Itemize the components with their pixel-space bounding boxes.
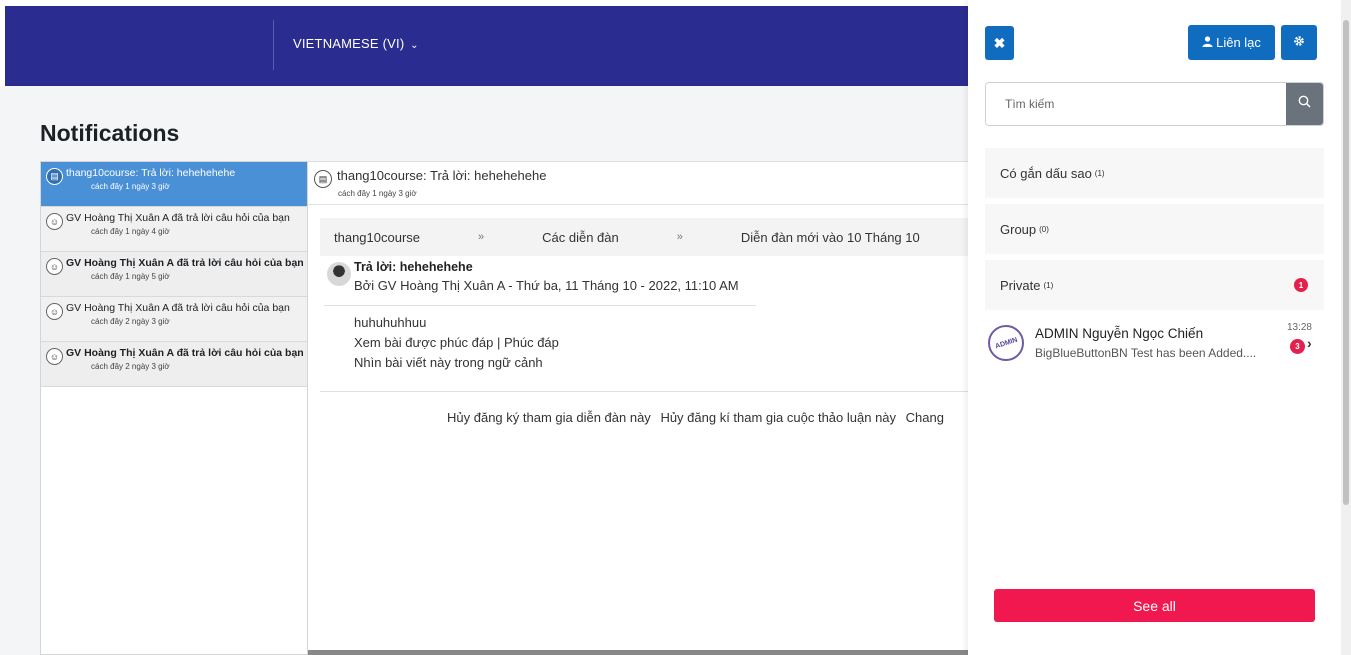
post-author: Bởi GV Hoàng Thị Xuân A - Thứ ba, 11 Thá… [354, 278, 739, 293]
close-button[interactable]: ✖ [985, 26, 1014, 60]
see-all-button[interactable]: See all [994, 589, 1315, 622]
avatar-text: ADMIN [993, 336, 1018, 350]
contacts-button[interactable]: Liên lạc [1188, 25, 1275, 60]
reply-links[interactable]: Xem bài được phúc đáp | Phúc đáp [354, 333, 559, 353]
breadcrumb: thang10course » Các diễn đàn » Diễn đàn … [320, 218, 968, 256]
notification-list: ▤ thang10course: Trả lời: hehehehehe các… [40, 161, 308, 655]
conversation-name: ADMIN Nguyễn Ngọc Chiến [1035, 326, 1204, 341]
section-group[interactable]: Group (0) [985, 204, 1324, 254]
chevron-right-icon: › [1307, 335, 1312, 351]
notification-time: cách đây 1 ngày 5 giờ [91, 272, 170, 281]
divider [324, 305, 756, 306]
notification-title: GV Hoàng Thị Xuân A đã trả lời câu hỏi c… [66, 302, 290, 314]
notification-title: GV Hoàng Thị Xuân A đã trả lời câu hỏi c… [66, 257, 303, 269]
notification-item[interactable]: ☺ GV Hoàng Thị Xuân A đã trả lời câu hỏi… [41, 207, 307, 252]
detail-time: cách đây 1 ngày 3 giờ [338, 189, 417, 198]
notification-item[interactable]: ☺ GV Hoàng Thị Xuân A đã trả lời câu hỏi… [41, 342, 307, 387]
section-starred[interactable]: Có gắn dấu sao (1) [985, 148, 1324, 198]
notification-item[interactable]: ☺ GV Hoàng Thị Xuân A đã trả lời câu hỏi… [41, 297, 307, 342]
language-menu[interactable]: VIETNAMESE (VI) ⌄ [293, 36, 419, 51]
conversation-item[interactable]: ADMIN ADMIN Nguyễn Ngọc Chiến BigBlueBut… [985, 320, 1324, 366]
notification-title: GV Hoàng Thị Xuân A đã trả lời câu hỏi c… [66, 347, 303, 359]
notification-detail: ▤ thang10course: Trả lời: hehehehehe các… [308, 161, 968, 655]
language-label: VIETNAMESE (VI) [293, 36, 405, 51]
page-title: Notifications [40, 120, 180, 146]
user-icon: ☺ [46, 303, 63, 320]
divider [320, 391, 968, 392]
divider [308, 204, 968, 205]
breadcrumb-item-forum[interactable]: Diễn đàn mới vào 10 Tháng 10 [741, 230, 920, 245]
search-input[interactable] [986, 83, 1286, 125]
breadcrumb-separator: » [676, 231, 683, 243]
conversation-time: 13:28 [1286, 322, 1312, 333]
unread-badge: 1 [1294, 278, 1308, 292]
gear-icon [1293, 35, 1305, 50]
unsubscribe-discussion-link[interactable]: Hủy đăng kí tham gia cuộc thảo luận này [660, 410, 896, 425]
avatar: ADMIN [988, 325, 1024, 361]
context-link[interactable]: Nhìn bài viết này trong ngữ cảnh [354, 353, 559, 373]
navbar-divider [273, 20, 274, 70]
notification-item[interactable]: ☺ GV Hoàng Thị Xuân A đã trả lời câu hỏi… [41, 252, 307, 297]
user-icon: ☺ [46, 258, 63, 275]
chevron-down-icon: ⌄ [410, 40, 419, 51]
notification-time: cách đây 1 ngày 4 giờ [91, 227, 170, 236]
post-content: huhuhuhhuu [354, 315, 427, 330]
horizontal-scrollbar[interactable] [308, 650, 968, 655]
section-label: Private [1000, 277, 1041, 293]
notification-title: GV Hoàng Thị Xuân A đã trả lời câu hỏi c… [66, 212, 290, 224]
search-button[interactable] [1286, 83, 1323, 125]
post-title[interactable]: Trả lời: hehehehehe [354, 260, 739, 274]
unread-badge: 3 [1290, 339, 1305, 354]
user-icon: ☺ [46, 348, 63, 365]
forum-post: Trả lời: hehehehehe Bởi GV Hoàng Thị Xuâ… [324, 260, 739, 293]
unsubscribe-forum-link[interactable]: Hủy đăng ký tham gia diễn đàn này [447, 410, 651, 425]
search-box [985, 82, 1324, 126]
subscription-links: Hủy đăng ký tham gia diễn đàn này Hủy đă… [447, 410, 968, 425]
search-icon [1298, 95, 1311, 113]
message-drawer: ✖ Liên lạc Có gắn dấu sao (1) Group (0) … [968, 0, 1341, 655]
forum-icon: ▤ [46, 168, 63, 185]
breadcrumb-separator: » [478, 231, 485, 243]
section-count: (1) [1043, 280, 1054, 290]
detail-title: thang10course: Trả lời: hehehehehe [337, 168, 547, 183]
scrollbar-thumb[interactable] [1343, 20, 1349, 505]
conversation-message: BigBlueButtonBN Test has been Added.... [1035, 346, 1257, 360]
user-icon: ☺ [46, 213, 63, 230]
section-count: (1) [1094, 168, 1105, 178]
forum-icon: ▤ [314, 170, 332, 188]
section-label: Group [1000, 221, 1037, 237]
top-navbar: VIETNAMESE (VI) ⌄ [5, 6, 968, 86]
notification-time: cách đây 1 ngày 3 giờ [91, 182, 170, 191]
detail-header: ▤ thang10course: Trả lời: hehehehehe các… [314, 168, 546, 198]
breadcrumb-item-forums[interactable]: Các diễn đàn [542, 230, 619, 245]
section-private[interactable]: Private (1) 1 [985, 260, 1324, 310]
avatar [327, 262, 351, 286]
notification-time: cách đây 2 ngày 3 giờ [91, 317, 170, 326]
contacts-label: Liên lạc [1216, 35, 1261, 50]
scrollbar[interactable] [1341, 0, 1351, 655]
section-label: Có gắn dấu sao [1000, 165, 1092, 181]
settings-button[interactable] [1281, 25, 1317, 60]
user-icon [1202, 35, 1213, 50]
breadcrumb-item-course[interactable]: thang10course [334, 230, 420, 245]
post-body: huhuhuhhuu Xem bài được phúc đáp | Phúc … [354, 313, 559, 373]
notification-item[interactable]: ▤ thang10course: Trả lời: hehehehehe các… [41, 162, 307, 207]
notification-time: cách đây 2 ngày 3 giờ [91, 362, 170, 371]
notification-title: thang10course: Trả lời: hehehehehe [66, 167, 236, 179]
change-link[interactable]: Chang [906, 410, 944, 425]
section-count: (0) [1039, 224, 1049, 234]
